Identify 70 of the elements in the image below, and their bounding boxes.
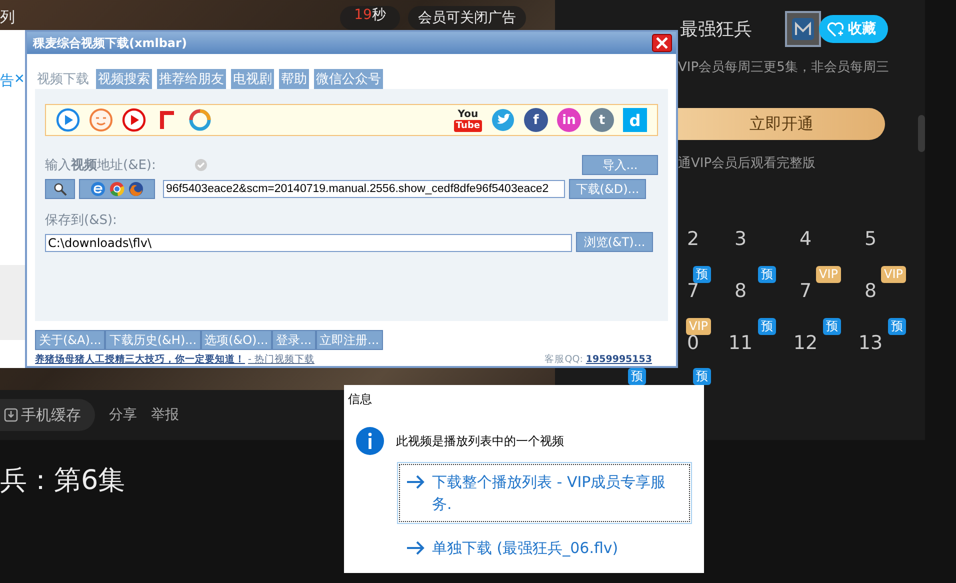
- episode-badge: 预: [693, 368, 711, 385]
- arrow-icon: [406, 474, 426, 490]
- vip-note: 通VIP会员后观看完整版: [678, 155, 817, 172]
- save-label: 保存到(&S):: [45, 212, 118, 229]
- category-link[interactable]: - 热门视频下载: [248, 353, 314, 366]
- dialog-message: 此视频是播放列表中的一个视频: [396, 432, 564, 450]
- info-icon: [355, 426, 385, 456]
- countdown-badge: 19秒: [340, 6, 400, 30]
- promo-link[interactable]: 养猪场母猪人工授精三大技巧，你一定要知道！: [35, 353, 245, 366]
- command-link-option[interactable]: 下载整个播放列表 - VIP成员专享服务.: [397, 462, 692, 524]
- close-icon[interactable]: [652, 34, 672, 52]
- episode-badge: 预: [693, 266, 711, 283]
- episode-number[interactable]: 2: [686, 228, 700, 266]
- close-ad-button[interactable]: 会员可关闭广告: [408, 6, 526, 30]
- episode-number[interactable]: 8: [734, 280, 747, 318]
- check-icon: [194, 158, 208, 172]
- video-title: 兵：第6集: [0, 464, 126, 498]
- episode-number[interactable]: 13: [858, 332, 883, 370]
- window-title: 稞麦综合视频下载(xmlbar): [33, 34, 188, 52]
- action-link[interactable]: 举报: [151, 406, 179, 424]
- episode-number[interactable]: 5: [864, 228, 877, 266]
- episode-number[interactable]: 3: [734, 228, 747, 266]
- browser-fox-icon: [128, 181, 144, 197]
- episode-badge: 预: [628, 368, 646, 385]
- episode-number[interactable]: 4: [799, 228, 812, 266]
- episode-badge: 预: [758, 266, 776, 283]
- avatar-icon: [785, 11, 821, 47]
- ring-icon[interactable]: [188, 108, 212, 132]
- corner-text: 列: [0, 8, 15, 27]
- smiley-icon[interactable]: [89, 108, 113, 132]
- arrow-icon: [406, 540, 426, 556]
- support-number-link[interactable]: 1959995153: [586, 354, 652, 365]
- episode-number[interactable]: 0: [686, 332, 700, 370]
- bird-icon[interactable]: [491, 108, 515, 132]
- heart-plus-icon: [827, 22, 844, 36]
- phone-cache-button[interactable]: 手机缓存: [0, 399, 95, 431]
- panel-text: 告: [0, 72, 14, 90]
- episode-badge: 预: [823, 318, 841, 335]
- vip-subscribe-button[interactable]: 立即开通: [678, 108, 885, 140]
- episode-number[interactable]: 11: [728, 332, 753, 370]
- episode-badge: VIP: [816, 266, 841, 283]
- show-title: 最强狂兵: [680, 18, 753, 41]
- support-label: 客服QQ:: [544, 353, 583, 366]
- episode-badge: VIP: [686, 318, 711, 335]
- episode-badge: 预: [758, 318, 776, 335]
- browser-wheel-icon: [109, 181, 125, 197]
- update-note: VIP会员每周三更5集，非会员每周三: [678, 59, 890, 76]
- episode-number[interactable]: 12: [793, 332, 818, 370]
- browser-button[interactable]: [79, 179, 155, 199]
- url-label: 输入视频地址(&E):: [45, 157, 156, 174]
- letter-logo[interactable]: in: [557, 108, 581, 132]
- episode-number[interactable]: 7: [686, 280, 700, 318]
- episode-badge: VIP: [881, 266, 906, 283]
- episode-badge: 预: [888, 318, 906, 335]
- scrollbar-thumb[interactable]: [918, 115, 925, 152]
- episode-number[interactable]: 7: [799, 280, 812, 318]
- browser-e-icon: [90, 181, 106, 197]
- action-link[interactable]: 分享: [109, 406, 137, 424]
- close-icon[interactable]: ✕: [14, 72, 25, 87]
- dialog-title: 信息: [348, 391, 373, 408]
- play-circle-icon[interactable]: [122, 108, 146, 132]
- letter-logo[interactable]: f: [524, 108, 548, 132]
- episode-number[interactable]: 8: [864, 280, 877, 318]
- search-button[interactable]: [45, 179, 75, 199]
- search-icon: [52, 182, 68, 196]
- url-input[interactable]: 96f5403eace2&scm=20140719.manual.2556.show_cedf8dfe96f5403eace2: [163, 180, 565, 198]
- path-input[interactable]: C:\downloads\flv\: [45, 234, 572, 252]
- letter-logo[interactable]: t: [590, 108, 614, 132]
- download-icon: [4, 408, 18, 422]
- play-circle-icon[interactable]: [56, 108, 80, 132]
